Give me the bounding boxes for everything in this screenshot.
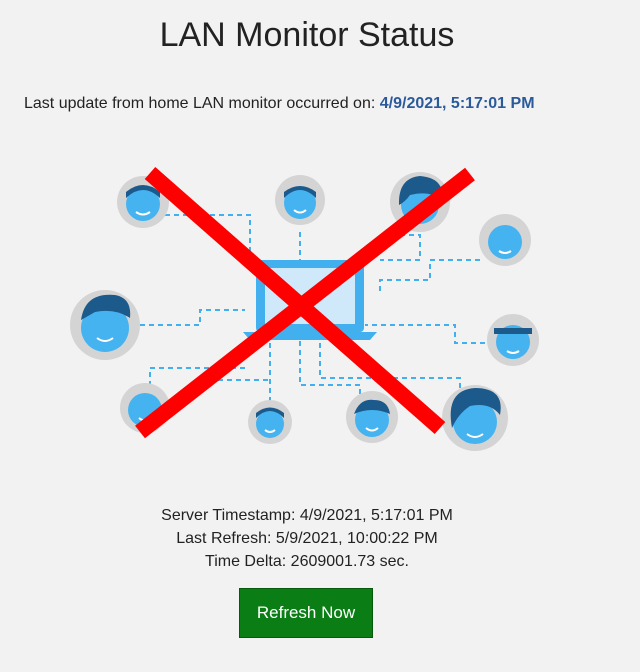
avatar-icon [275, 175, 325, 225]
avatar-icon [442, 385, 508, 451]
status-details: Server Timestamp: 4/9/2021, 5:17:01 PM L… [0, 504, 614, 573]
time-delta: Time Delta: 2609001.73 sec. [205, 553, 409, 570]
avatar-icon [487, 314, 539, 366]
avatar-icon [70, 290, 140, 360]
last-update-line: Last update from home LAN monitor occurr… [24, 95, 535, 113]
page-title: LAN Monitor Status [159, 16, 455, 54]
avatar-icon [248, 400, 292, 444]
avatar-icon [479, 214, 531, 266]
last-update-timestamp: 4/9/2021, 5:17:01 PM [379, 95, 535, 112]
network-offline-icon [70, 166, 539, 451]
last-refresh: Last Refresh: 5/9/2021, 10:00:22 PM [176, 530, 438, 547]
server-timestamp: Server Timestamp: 4/9/2021, 5:17:01 PM [161, 507, 453, 524]
last-update-label: Last update from home LAN monitor occurr… [24, 95, 376, 112]
avatar-icon [346, 391, 398, 443]
refresh-now-button[interactable]: Refresh Now [239, 588, 373, 638]
